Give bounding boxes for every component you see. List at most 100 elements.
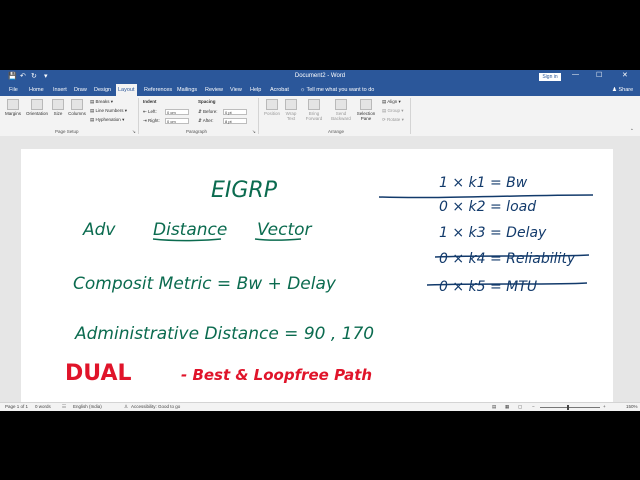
spacing-after-icon: ⇵ [198,118,202,123]
tab-mailings[interactable]: Mailings [175,84,199,96]
indent-right-icon: ⇥ [143,118,147,123]
tab-review[interactable]: Review [203,84,225,96]
maximize-button[interactable]: ☐ [596,71,602,79]
group-divider [258,98,259,134]
breaks-icon: ▤ [90,99,95,104]
zoom-slider[interactable] [540,407,600,408]
ink-distance: Distance [153,220,227,240]
close-button[interactable]: ✕ [622,71,628,79]
tell-me-text: Tell me what you want to do [306,87,375,93]
page-count[interactable]: Page 1 of 1 [5,404,28,410]
web-layout-icon[interactable]: ▢ [518,404,522,410]
ink-k2: 0 × k2 = load [439,199,536,215]
position-button[interactable]: Position [262,99,282,116]
zoom-out-icon[interactable]: − [532,404,535,410]
indent-right-field[interactable]: 0 cm [165,118,189,124]
spacing-after-field[interactable]: 8 pt [223,118,247,124]
bring-forward-icon [308,99,320,110]
document-workspace: EIGRP Adv Distance Vector Composit Metri… [0,136,640,402]
indent-header: Indent [143,99,157,104]
ink-title-eigrp: EIGRP [211,178,278,203]
word-count[interactable]: 0 words [35,404,51,410]
minimize-button[interactable]: — [572,71,579,78]
group-divider [138,98,139,134]
tab-file[interactable]: File [7,84,20,96]
orientation-label: Orientation [25,111,48,116]
page-setup-launcher-icon[interactable]: ↘ [132,129,136,135]
accessibility-status[interactable]: Accessibility: Good to go [131,404,180,410]
tab-draw[interactable]: Draw [72,84,89,96]
breaks-button[interactable]: ▤ Breaks ▾ [90,99,113,105]
indent-right-label: ⇥ Right: [143,118,160,123]
hyphenation-button[interactable]: ▤ Hyphenation ▾ [90,117,124,123]
arrange-group-label: Arrange [328,129,345,134]
tab-design[interactable]: Design [92,84,113,96]
zoom-in-icon[interactable]: + [603,404,606,410]
tab-view[interactable]: View [228,84,244,96]
align-button[interactable]: ▤ Align ▾ [382,99,401,105]
ink-administrative-distance: Administrative Distance = 90 , 170 [74,324,374,344]
tab-layout[interactable]: Layout [116,84,137,96]
ribbon-tab-bar: File Home Insert Draw Design Layout Refe… [0,84,640,96]
bring-forward-button[interactable]: Bring Forward [301,99,327,121]
tab-references[interactable]: References [142,84,174,96]
tab-home[interactable]: Home [27,84,46,96]
margins-button[interactable]: Margins [3,99,23,116]
line-numbers-icon: ▤ [90,108,95,113]
hyphenation-label: Hyphenation [95,117,121,122]
print-layout-icon[interactable]: ▦ [505,404,509,410]
status-bar: Page 1 of 1 0 words ☷ English (India) ♙ … [0,402,640,411]
columns-icon [71,99,83,110]
spacing-before-field[interactable]: 0 pt [223,109,247,115]
tab-acrobat[interactable]: Acrobat [268,84,291,96]
tab-insert[interactable]: Insert [51,84,69,96]
bring-forward-label: Bring Forward [305,111,323,121]
wrap-text-button[interactable]: Wrap Text [283,99,299,121]
tell-me-search[interactable]: ☼ Tell me what you want to do [300,84,374,96]
send-backward-icon [335,99,347,110]
group-button[interactable]: ▤ Group ▾ [382,108,404,114]
ink-k4: 0 × k4 = Reliability [439,251,576,267]
margins-label: Margins [4,111,21,116]
rotate-icon: ⟳ [382,117,386,122]
selection-pane-label: Selection Pane [356,111,376,121]
document-page[interactable]: EIGRP Adv Distance Vector Composit Metri… [21,149,613,402]
align-icon: ▤ [382,99,387,104]
size-button[interactable]: Size [51,99,65,116]
lightbulb-icon: ☼ [300,87,306,93]
wrap-text-label: Wrap Text [285,111,297,121]
line-numbers-button[interactable]: ▤ Line Numbers ▾ [90,108,127,114]
zoom-level[interactable]: 150% [626,404,638,410]
sign-in-button[interactable]: Sign in [539,73,561,81]
tab-help[interactable]: Help [248,84,263,96]
language-label[interactable]: English (India) [73,404,102,410]
collapse-ribbon-icon[interactable]: ⌃ [630,128,634,134]
share-label: Share [618,87,634,93]
send-backward-button[interactable]: Send Backward [328,99,354,121]
orientation-button[interactable]: Orientation [24,99,50,116]
wrap-text-icon [285,99,297,110]
margins-icon [7,99,19,110]
send-backward-label: Send Backward [331,111,351,121]
size-label: Size [53,111,63,116]
selection-pane-button[interactable]: Selection Pane [355,99,377,121]
ink-strike-k2 [378,194,594,199]
spacing-header: Spacing [198,99,216,104]
ink-canvas: EIGRP Adv Distance Vector Composit Metri… [65,175,594,386]
rotate-button[interactable]: ⟳ Rotate ▾ [382,117,404,123]
indent-left-field[interactable]: 0 cm [165,109,189,115]
ink-best-loopfree-path: - Best & Loopfree Path [181,366,372,384]
paragraph-group-label: Paragraph [186,129,208,134]
ink-k3: 1 × k3 = Delay [439,225,547,241]
read-mode-icon[interactable]: ▤ [492,404,496,410]
title-bar: 💾 ↶ ↻ ▾ Document2 - Word Sign in — ☐ ✕ [0,70,640,84]
ink-composite-metric: Composit Metric = Bw + Delay [73,274,337,294]
spacing-after-label: ⇵ After: [198,118,214,123]
zoom-slider-thumb[interactable] [567,405,569,410]
columns-label: Columns [68,111,86,116]
share-button[interactable]: ♟ Share [612,86,633,94]
ink-k5: 0 × k5 = MTU [439,279,537,295]
proofing-icon[interactable]: ☷ [62,404,66,410]
paragraph-launcher-icon[interactable]: ↘ [252,129,256,135]
columns-button[interactable]: Columns [66,99,88,116]
